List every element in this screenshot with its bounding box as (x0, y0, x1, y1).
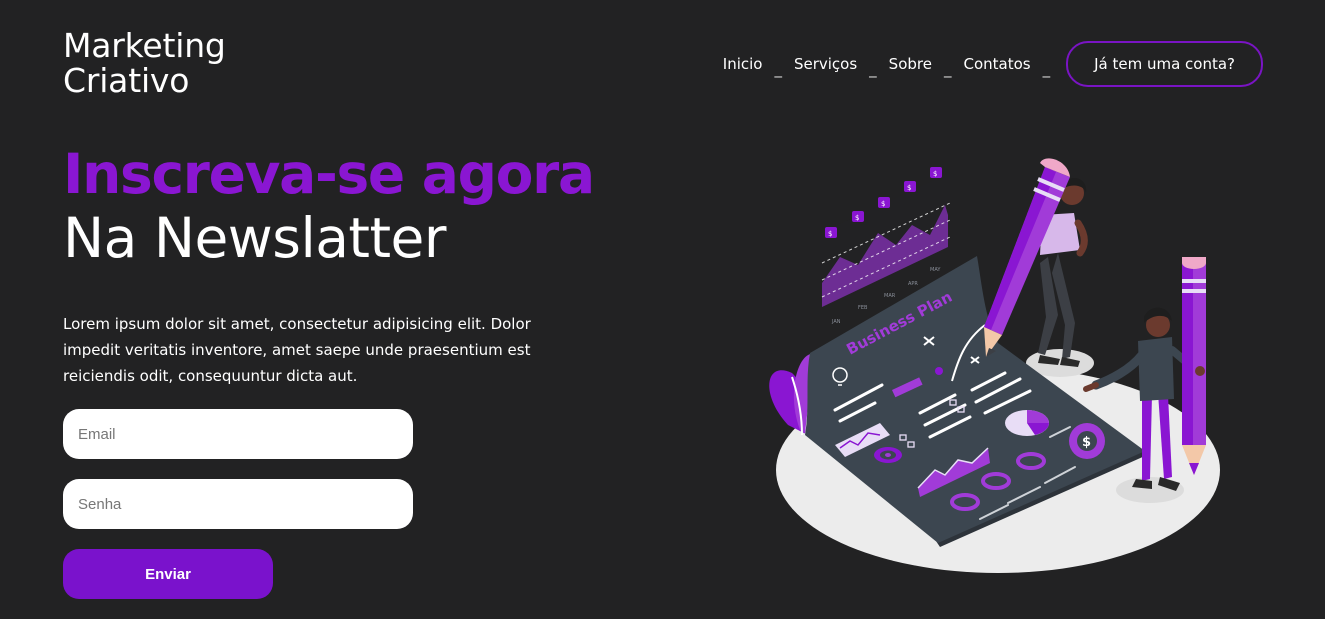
hero-title-accent: Inscreva-se agora (63, 142, 595, 206)
svg-text:MAR: MAR (884, 293, 896, 299)
submit-button[interactable]: Enviar (63, 549, 273, 599)
svg-text:$: $ (828, 230, 832, 238)
svg-text:MAY: MAY (930, 267, 941, 273)
nav-separator: _ (774, 60, 782, 78)
main-nav: Inicio _ Serviços _ Sobre _ Contatos _ J… (723, 40, 1263, 88)
business-plan-illustration: $$$ $$ JANFEBMAR APRMAY Business Plan $ (769, 158, 1220, 573)
svg-text:$: $ (855, 214, 859, 222)
svg-text:FEB: FEB (858, 305, 868, 311)
nav-item-servicos[interactable]: Serviços (794, 55, 857, 73)
nav-separator: _ (869, 60, 877, 78)
hero-title-main: Na Newslatter (63, 206, 447, 270)
nav-item-inicio[interactable]: Inicio (723, 55, 763, 73)
nav-item-contatos[interactable]: Contatos (963, 55, 1030, 73)
email-field[interactable] (63, 409, 413, 459)
password-field[interactable] (63, 479, 413, 529)
svg-text:$: $ (907, 184, 911, 192)
nav-separator: _ (1042, 60, 1051, 78)
svg-text:JAN: JAN (831, 319, 841, 325)
tall-pencil (1182, 257, 1206, 475)
nav-separator: _ (943, 60, 952, 78)
pie-chart-icon (1005, 410, 1049, 436)
dollar-gear-icon: $ (1069, 423, 1105, 459)
hero-headline: Inscreva-se agora Na Newslatter (63, 142, 595, 270)
login-button[interactable]: Já tem uma conta? (1066, 41, 1263, 87)
svg-text:$: $ (881, 200, 885, 208)
svg-text:$: $ (933, 170, 937, 178)
nav-item-sobre[interactable]: Sobre (889, 55, 932, 73)
svg-text:APR: APR (908, 281, 918, 287)
brand-line-1: Marketing (63, 26, 226, 65)
brand-line-2: Criativo (63, 61, 190, 100)
svg-text:$: $ (1082, 435, 1091, 450)
target-icon (874, 447, 902, 463)
brand-logo[interactable]: Marketing Criativo (63, 28, 226, 98)
hero-description: Lorem ipsum dolor sit amet, consectetur … (63, 315, 531, 385)
